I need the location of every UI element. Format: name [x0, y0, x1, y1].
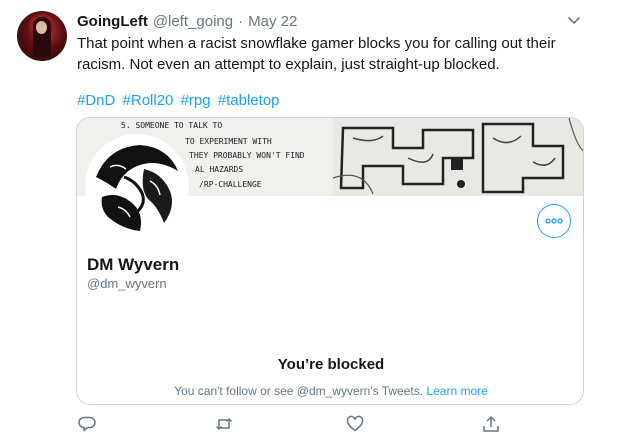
- reply-icon[interactable]: [77, 414, 97, 434]
- more-icon: [545, 218, 563, 224]
- profile-name[interactable]: DM Wyvern: [87, 255, 179, 275]
- banner-line-3: THEY PROBABLY WON'T FIND: [189, 151, 305, 160]
- chevron-down-icon[interactable]: [566, 14, 582, 28]
- profile-handle[interactable]: @dm_wyvern: [87, 276, 167, 291]
- author-handle[interactable]: @left_going: [153, 13, 233, 30]
- avatar-face: [36, 21, 47, 34]
- banner-map-drawing: [333, 118, 583, 196]
- retweet-icon[interactable]: [214, 414, 234, 434]
- author-avatar[interactable]: [17, 11, 67, 61]
- tweet-header: GoingLeft @left_going · May 22: [77, 11, 297, 31]
- learn-more-link[interactable]: Learn more: [426, 384, 487, 398]
- tweet-date[interactable]: May 22: [248, 13, 297, 30]
- embedded-profile-card[interactable]: 5. SOMEONE TO TALK TO TO EXPERIMENT WITH…: [76, 117, 584, 405]
- tweet[interactable]: GoingLeft @left_going · May 22 That poin…: [0, 0, 618, 441]
- blocked-title: You’re blocked: [277, 356, 385, 373]
- tweet-text: That point when a racist snowflake gamer…: [77, 35, 556, 73]
- hashtag-rpg[interactable]: #rpg: [181, 92, 211, 109]
- hashtag-roll20[interactable]: #Roll20: [123, 92, 174, 109]
- banner-line-2: TO EXPERIMENT WITH: [185, 137, 272, 146]
- hashtag-tabletop[interactable]: #tabletop: [218, 92, 280, 109]
- blocked-message: You can't follow or see @dm_wyvern's Twe…: [174, 384, 424, 398]
- banner-line-4: AL HAZARDS: [195, 165, 243, 174]
- heart-icon[interactable]: [345, 414, 365, 434]
- author-name[interactable]: GoingLeft: [77, 13, 148, 30]
- separator-dot: ·: [238, 12, 244, 30]
- more-options-button[interactable]: [537, 204, 571, 238]
- blocked-message-row: You can't follow or see @dm_wyvern's Twe…: [77, 384, 583, 398]
- share-icon[interactable]: [481, 414, 501, 434]
- banner-line-1: 5. SOMEONE TO TALK TO: [121, 121, 222, 130]
- tweet-actions: [0, 414, 618, 436]
- hashtag-list: #DnD #Roll20 #rpg #tabletop: [77, 90, 283, 111]
- banner-line-5: /RP-CHALLENGE: [199, 180, 262, 189]
- profile-avatar[interactable]: [85, 134, 189, 238]
- hashtag-dnd[interactable]: #DnD: [77, 92, 115, 109]
- wyvern-illustration: [88, 137, 186, 235]
